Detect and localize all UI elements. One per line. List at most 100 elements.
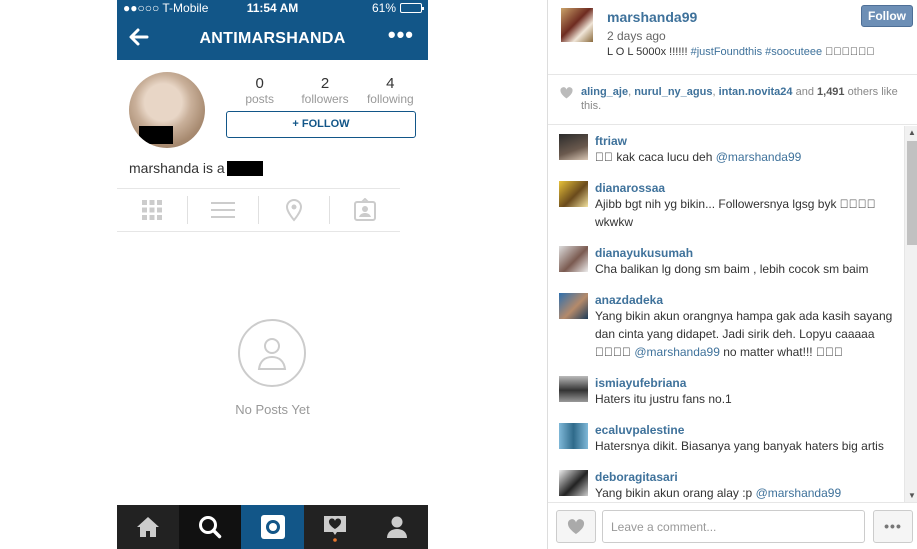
comment-item: dianarossaa Ajibb bgt nih yg bikin... Fo… — [548, 173, 904, 231]
liker-username[interactable]: aling_aje — [581, 86, 628, 98]
commenter-avatar[interactable] — [559, 134, 588, 160]
profile-header: ANTIMARSHANDA ••• — [117, 18, 428, 60]
heart-icon — [560, 86, 573, 104]
comment-text: Haters itu justru fans no.1 — [595, 390, 904, 408]
profile-icon[interactable] — [366, 505, 428, 549]
likes-summary: aling_aje, nurul_ny_agus, intan.novita24… — [548, 75, 917, 125]
comment-body: Yang bikin akun orang alay :p — [595, 486, 756, 500]
grid-icon[interactable] — [117, 196, 188, 224]
status-bar: ●●○○○ T-Mobile 11:54 AM 61% — [117, 0, 428, 18]
stat-followers[interactable]: 2 followers — [292, 75, 357, 106]
redaction-bar — [139, 126, 173, 144]
owner-avatar[interactable] — [561, 8, 593, 42]
profile-stats: 0 posts 2 followers 4 following — [227, 75, 423, 106]
profile-username-title: ANTIMARSHANDA — [199, 30, 346, 47]
comment-body: Ajibb bgt nih yg bikin... Followersnya l… — [595, 197, 876, 229]
scroll-up-icon[interactable]: ▲ — [908, 128, 916, 137]
redaction-bar — [226, 160, 263, 176]
comments-scrollbar[interactable]: ▲ ▼ — [904, 126, 917, 502]
tagged-person-icon[interactable] — [330, 196, 400, 224]
commenter-avatar[interactable] — [559, 246, 588, 272]
comment-mention[interactable]: @marshanda99 — [756, 486, 842, 500]
commenter-username[interactable]: ismiayufebriana — [595, 368, 904, 390]
stat-posts[interactable]: 0 posts — [227, 75, 292, 106]
screenshot-root: ●●○○○ T-Mobile 11:54 AM 61% ANTIMARSHAND… — [0, 0, 917, 549]
home-icon[interactable] — [117, 505, 179, 549]
camera-icon[interactable] — [241, 505, 304, 549]
stat-label: following — [366, 92, 414, 106]
follow-button[interactable]: + FOLLOW — [226, 111, 416, 138]
post-caption: L O L 5000x !!!!!! #justFoundthis #soocu… — [607, 46, 875, 58]
profile-view-tabs — [117, 188, 400, 232]
like-button[interactable] — [556, 510, 596, 543]
battery-status: 61% — [371, 1, 424, 15]
more-dots-icon[interactable]: ••• — [388, 22, 414, 48]
scroll-down-icon[interactable]: ▼ — [908, 491, 916, 500]
commenter-avatar[interactable] — [559, 423, 588, 449]
post-detail-panel: marshanda99 2 days ago L O L 5000x !!!!!… — [547, 0, 917, 549]
empty-profile-icon — [238, 319, 306, 387]
comment-text: 􏿾􏿾 kak caca lucu deh @marshanda99 — [595, 148, 904, 166]
liker-username[interactable]: intan.novita24 — [719, 86, 793, 98]
commenter-avatar[interactable] — [559, 181, 588, 207]
comment-item: ecaluvpalestine Hatersnya dikit. Biasany… — [548, 415, 904, 455]
battery-icon — [400, 3, 424, 13]
caption-hashtags[interactable]: #justFoundthis #soocuteee — [691, 46, 822, 58]
heart-icon — [567, 518, 585, 534]
likes-text: aling_aje, nurul_ny_agus, intan.novita24… — [581, 85, 911, 113]
comment-mention[interactable]: @marshanda99 — [716, 150, 802, 164]
comment-body: Cha balikan lg dong sm baim , lebih coco… — [595, 262, 869, 276]
comment-list: ftriaw 􏿾􏿾 kak caca lucu deh @marshanda99… — [548, 126, 904, 502]
comment-body: Hatersnya dikit. Biasanya yang banyak ha… — [595, 439, 884, 453]
likes-count[interactable]: 1,491 — [817, 86, 845, 98]
caption-text: L O L 5000x !!!!!! — [607, 46, 691, 58]
activity-heart-icon[interactable] — [304, 505, 366, 549]
liker-username[interactable]: nurul_ny_agus — [634, 86, 712, 98]
post-timestamp[interactable]: 2 days ago — [607, 29, 666, 43]
comment-item: ismiayufebriana Haters itu justru fans n… — [548, 368, 904, 408]
stat-value: 0 — [255, 75, 264, 92]
comment-footer: ••• — [548, 502, 917, 549]
owner-username[interactable]: marshanda99 — [607, 9, 697, 25]
commenter-username[interactable]: dianayukusumah — [595, 238, 904, 260]
stat-following[interactable]: 4 following — [358, 75, 423, 106]
commenter-username[interactable]: dianarossaa — [595, 173, 904, 195]
list-icon[interactable] — [188, 196, 259, 224]
comment-text: Ajibb bgt nih yg bikin... Followersnya l… — [595, 195, 904, 231]
follow-owner-button[interactable]: Follow — [861, 5, 913, 27]
stat-label: followers — [301, 92, 349, 106]
phone-screen: ●●○○○ T-Mobile 11:54 AM 61% ANTIMARSHAND… — [117, 0, 428, 549]
comment-text: Cha balikan lg dong sm baim , lebih coco… — [595, 260, 904, 278]
profile-bio: marshanda is a — [129, 160, 263, 176]
comment-item: deboragitasari Yang bikin akun orang ala… — [548, 462, 904, 502]
stat-label: posts — [245, 92, 274, 106]
comment-item: ftriaw 􏿾􏿾 kak caca lucu deh @marshanda99 — [548, 126, 904, 166]
comment-item: anazdadeka Yang bikin akun orangnya hamp… — [548, 285, 904, 361]
no-posts-message: No Posts Yet — [235, 402, 310, 417]
stat-value: 4 — [386, 75, 395, 92]
scrollbar-thumb[interactable] — [907, 141, 917, 245]
commenter-username[interactable]: deboragitasari — [595, 462, 904, 484]
commenter-avatar[interactable] — [559, 376, 588, 402]
commenter-username[interactable]: ftriaw — [595, 126, 904, 148]
comment-body: Haters itu justru fans no.1 — [595, 392, 732, 406]
stat-value: 2 — [320, 75, 330, 92]
comment-text: Yang bikin akun orangnya hampa gak ada k… — [595, 307, 904, 361]
comment-input[interactable] — [602, 510, 865, 543]
location-pin-icon[interactable] — [259, 196, 330, 224]
commenter-avatar[interactable] — [559, 470, 588, 496]
commenter-username[interactable]: anazdadeka — [595, 285, 904, 307]
commenter-username[interactable]: ecaluvpalestine — [595, 415, 904, 437]
battery-percent: 61% — [371, 1, 396, 15]
comment-mention[interactable]: @marshanda99 — [634, 345, 720, 359]
likes-and: and — [792, 86, 818, 98]
comment-text: Hatersnya dikit. Biasanya yang banyak ha… — [595, 437, 904, 455]
search-icon[interactable] — [179, 505, 242, 549]
post-header: marshanda99 2 days ago L O L 5000x !!!!!… — [548, 0, 917, 75]
commenter-avatar[interactable] — [559, 293, 588, 319]
caption-emoji: 􏿾􏿾􏿾􏿾􏿾􏿾 — [822, 46, 875, 58]
comment-item: dianayukusumah Cha balikan lg dong sm ba… — [548, 238, 904, 278]
profile-avatar[interactable] — [129, 72, 205, 148]
bio-text: marshanda is a — [129, 160, 225, 176]
more-options-button[interactable]: ••• — [873, 510, 913, 543]
